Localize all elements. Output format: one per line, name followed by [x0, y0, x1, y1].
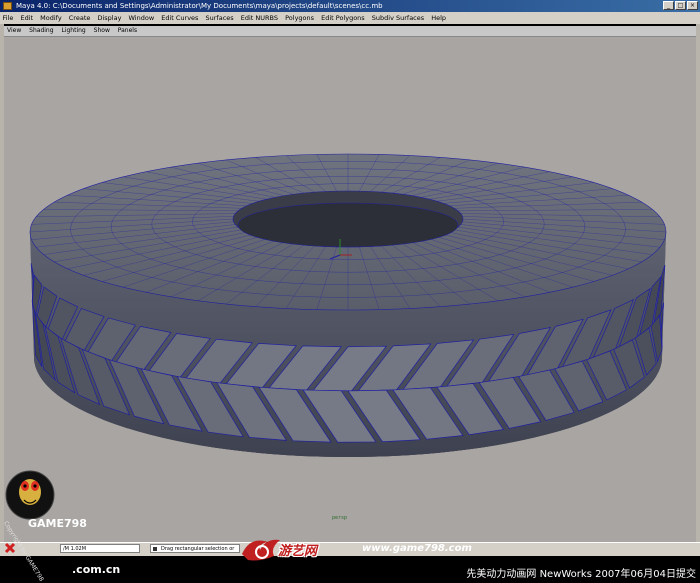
menu-subdiv-surfaces[interactable]: Subdiv Surfaces — [369, 12, 426, 24]
minimize-button[interactable]: _ — [663, 1, 674, 10]
help-icon — [153, 547, 157, 551]
menu-edit[interactable]: Edit — [18, 12, 36, 24]
menu-window[interactable]: Window — [126, 12, 157, 24]
panel-menu-show[interactable]: Show — [91, 26, 113, 36]
menu-modify[interactable]: Modify — [38, 12, 65, 24]
watermark-url-left: .com.cn — [72, 563, 121, 576]
perspective-viewport[interactable]: persp — [4, 37, 696, 542]
menu-edit-nurbs[interactable]: Edit NURBS — [238, 12, 280, 24]
watermark-submission-text: 先美动力动画网 NewWorks 2007年06月04日提交 — [466, 569, 696, 580]
menu-edit-polygons[interactable]: Edit Polygons — [319, 12, 368, 24]
panel-menu-lighting[interactable]: Lighting — [58, 26, 88, 36]
window-titlebar: Maya 4.0: C:\Documents and Settings\Admi… — [0, 0, 700, 12]
right-frame — [696, 24, 700, 544]
help-line: Drag rectangular selection or — [150, 544, 240, 553]
maximize-button[interactable]: □ — [675, 1, 686, 10]
menu-file[interactable]: File — [0, 12, 16, 24]
maya-app-icon[interactable] — [3, 2, 12, 10]
menu-display[interactable]: Display — [95, 12, 124, 24]
watermark-logo-text: 游艺网 — [278, 544, 318, 559]
panel-menubar: View Shading Lighting Show Panels — [4, 26, 696, 37]
main-menubar: File Edit Modify Create Display Window E… — [0, 12, 700, 24]
camera-label: persp — [332, 515, 348, 521]
close-button[interactable]: × — [687, 1, 698, 10]
menu-edit-curves[interactable]: Edit Curves — [159, 12, 201, 24]
menu-create[interactable]: Create — [66, 12, 93, 24]
menu-surfaces[interactable]: Surfaces — [203, 12, 236, 24]
menu-help[interactable]: Help — [429, 12, 449, 24]
window-title: Maya 4.0: C:\Documents and Settings\Admi… — [16, 2, 383, 10]
menu-polygons[interactable]: Polygons — [283, 12, 317, 24]
panel-menu-shading[interactable]: Shading — [26, 26, 56, 36]
help-text: Drag rectangular selection or — [161, 546, 235, 552]
window-controls: _ □ × — [663, 1, 698, 10]
panel-menu-panels[interactable]: Panels — [115, 26, 140, 36]
watermark-logo-url: www.game798.com — [362, 543, 472, 554]
memory-readout: /M 1.02M — [60, 544, 140, 553]
watermark-site-name: GAME798 — [28, 517, 87, 530]
panel-menu-view[interactable]: View — [4, 26, 24, 36]
tire-mesh[interactable] — [4, 37, 696, 542]
